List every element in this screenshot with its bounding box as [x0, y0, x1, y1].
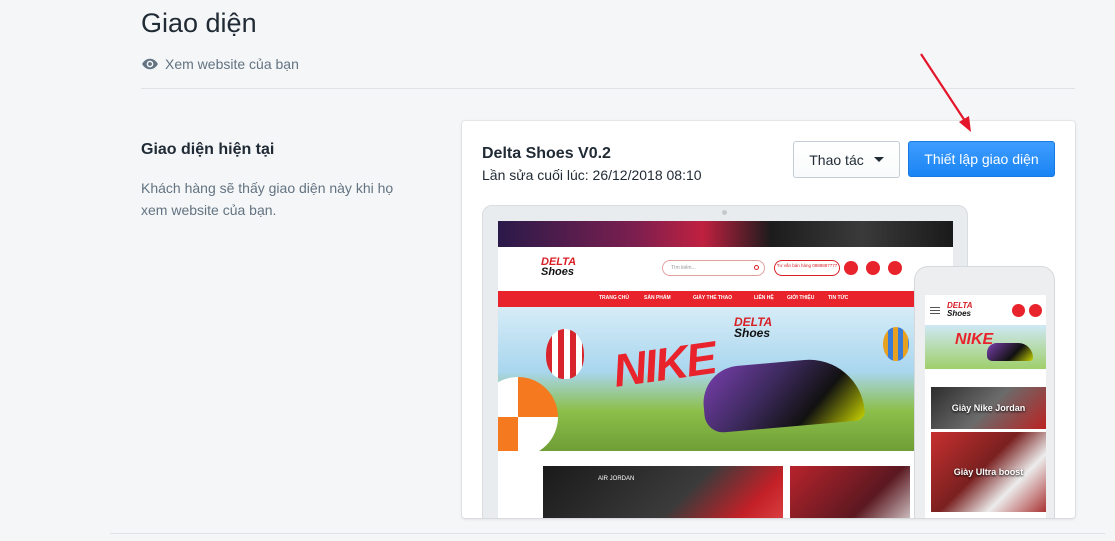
- mobile-preview-screen: DELTA Shoes NIKE Giày Nike Jordan Giày U…: [925, 295, 1046, 518]
- actions-label: Thao tác: [809, 151, 864, 168]
- preview-product-banner: [790, 466, 910, 518]
- mobile-preview-logo: DELTA Shoes: [947, 302, 972, 318]
- mobile-hero-text: NIKE: [955, 331, 994, 348]
- current-theme-card: Delta Shoes V0.2 Lần sửa cuối lúc: 26/12…: [462, 121, 1075, 518]
- shoe-image: [987, 343, 1033, 361]
- eye-icon: [142, 58, 158, 70]
- camera-dot: [722, 210, 727, 215]
- search-icon: [1012, 304, 1025, 317]
- view-website-link[interactable]: Xem website của bạn: [141, 55, 299, 73]
- preview-hotline: Tư vấn bán hàng 0988887777: [774, 260, 840, 276]
- mobile-logo-bottom: Shoes: [947, 309, 972, 318]
- preview-logo-bottom: Shoes: [541, 266, 575, 278]
- theme-last-edited: Lần sửa cuối lúc: 26/12/2018 08:10: [482, 167, 702, 183]
- search-icon: [754, 265, 759, 270]
- actions-dropdown-button[interactable]: Thao tác: [793, 141, 900, 178]
- section-title: Giao diện hiện tại: [141, 141, 275, 158]
- preview-nav: TRANG CHỦ SẢN PHẨM GIÀY THỂ THAO LIÊN HỆ…: [498, 291, 953, 307]
- shoe-image: [700, 355, 866, 434]
- page-title: Giao diện: [141, 8, 257, 38]
- hero-logo-bottom: Shoes: [734, 326, 771, 340]
- preview-nav-item: SẢN PHẨM: [644, 295, 671, 301]
- desktop-preview-screen: DELTA Shoes Tìm kiếm... Tư vấn bán hàng …: [498, 221, 953, 518]
- footer-divider: [110, 533, 1105, 534]
- hero-logo: DELTA Shoes: [734, 316, 772, 340]
- preview-product-banner: AIR JORDAN: [543, 466, 783, 518]
- section-description: Khách hàng sẽ thấy giao diện này khi họ …: [141, 180, 394, 218]
- annotation-arrow-icon: [920, 53, 971, 132]
- mobile-preview: DELTA Shoes NIKE Giày Nike Jordan Giày U…: [914, 266, 1055, 518]
- view-website-label: Xem website của bạn: [165, 56, 299, 72]
- preview-nav-item: TIN TỨC: [828, 295, 849, 301]
- preview-top-banner: [498, 221, 953, 247]
- balloon-image: [546, 329, 584, 379]
- preview-product-label: AIR JORDAN: [598, 476, 635, 482]
- desktop-preview: DELTA Shoes Tìm kiếm... Tư vấn bán hàng …: [482, 205, 968, 518]
- balloon-image: [883, 327, 909, 361]
- mobile-category-card: Giày Nike Jordan: [931, 387, 1046, 429]
- mic-icon: [844, 261, 858, 275]
- ball-image: [498, 377, 558, 451]
- cart-icon: [1029, 304, 1042, 317]
- preview-site-header: DELTA Shoes Tìm kiếm... Tư vấn bán hàng …: [498, 247, 953, 291]
- preview-nav-item: LIÊN HỆ: [754, 295, 774, 301]
- hero-brand-text: NIKE: [609, 331, 719, 397]
- preview-nav-item: TRANG CHỦ: [599, 295, 629, 301]
- setup-theme-button[interactable]: Thiết lập giao diện: [908, 141, 1055, 177]
- mobile-preview-header: DELTA Shoes: [925, 295, 1046, 325]
- menu-icon: [930, 307, 940, 314]
- preview-search: Tìm kiếm...: [662, 260, 765, 276]
- preview-nav-item: GIỚI THIỆU: [787, 295, 815, 301]
- caret-down-icon: [873, 157, 884, 162]
- theme-name: Delta Shoes V0.2: [482, 145, 611, 162]
- preview-hero-banner: NIKE DELTA Shoes: [498, 307, 953, 451]
- preview-search-placeholder: Tìm kiếm...: [671, 265, 696, 271]
- user-icon: [866, 261, 880, 275]
- cart-icon: [888, 261, 902, 275]
- mobile-category-card: Giày Ultra boost: [931, 432, 1046, 512]
- preview-nav-item: GIÀY THỂ THAO: [693, 295, 733, 301]
- preview-logo: DELTA Shoes: [541, 257, 576, 278]
- mobile-hero-banner: NIKE: [925, 325, 1046, 369]
